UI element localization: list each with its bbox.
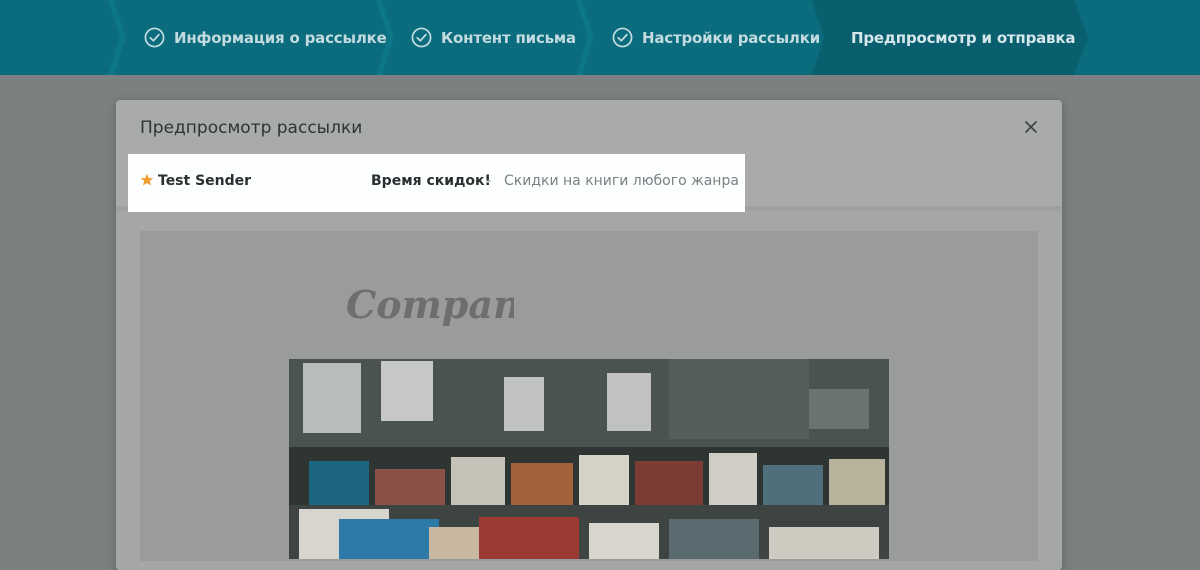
check-circle-icon [612,27,633,48]
inbox-row-content: Test Sender Время скидок! - Скидки на кн… [128,154,745,206]
step-separator [108,0,126,75]
step-info[interactable]: Информация о рассылке [144,0,387,75]
step-preview-send[interactable]: Предпросмотр и отправка [851,0,1075,75]
check-circle-icon [411,27,432,48]
close-icon [1024,120,1038,134]
modal-header: Предпросмотр рассылки [116,100,1062,156]
modal-title: Предпросмотр рассылки [140,118,363,138]
check-circle-icon [144,27,165,48]
email-preheader: Скидки на книги любого жанра [504,173,739,189]
books-photo [289,359,889,559]
step-content[interactable]: Контент письма [411,0,576,75]
wizard-stepper: Информация о рассылке Контент письма Нас… [0,0,1200,75]
company-logo: Company [346,282,514,327]
step-label: Предпросмотр и отправка [851,28,1076,47]
step-label: Информация о рассылке [174,28,387,47]
step-label: Настройки рассылки [642,28,821,47]
inbox-preview-row: Test Sender Время скидок! - Скидки на кн… [128,154,745,212]
sender-name: Test Sender [158,173,252,189]
step-label: Контент письма [441,28,576,47]
logo-text: Company [346,282,514,327]
close-button[interactable] [1020,116,1042,138]
subject-separator: - [486,173,492,189]
step-separator [576,0,594,75]
step-settings[interactable]: Настройки рассылки [612,0,820,75]
hero-image [289,359,889,559]
star-icon [140,173,154,186]
email-subject: Время скидок! [371,173,491,189]
